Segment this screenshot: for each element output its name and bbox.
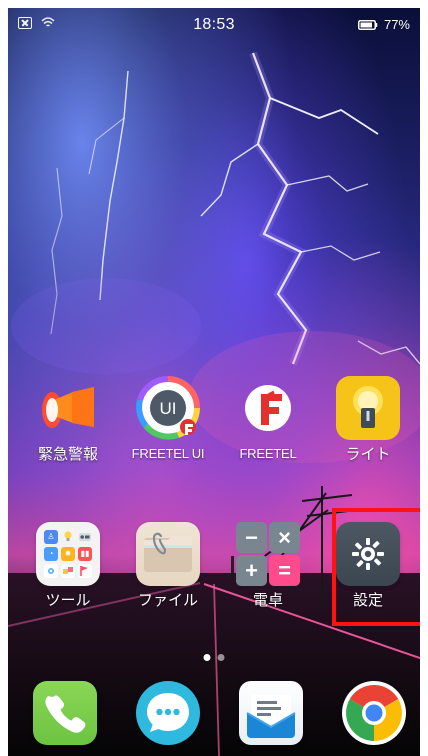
app-label-calculator: 電卓	[252, 591, 283, 609]
tools-folder-icon: ♙ ◔ ✹ ▮▮	[36, 522, 100, 586]
dock	[8, 678, 420, 756]
sun-mini-icon: ✹	[61, 547, 75, 561]
phone-icon	[45, 695, 86, 733]
flashlight-icon	[336, 376, 400, 440]
status-left	[18, 17, 56, 29]
status-bar: 18:53 77%	[8, 8, 420, 44]
dock-mail-app[interactable]	[239, 681, 303, 745]
calc-equals-tile: =	[269, 555, 300, 586]
app-freetel-ui[interactable]: UI FREETEL UI	[122, 375, 214, 468]
mail-icon	[246, 695, 296, 738]
app-label-freetel-ui: FREETEL UI	[131, 446, 205, 461]
page-dot-2	[217, 654, 225, 661]
app-label-file: ファイル	[137, 591, 198, 609]
status-right: 77%	[357, 17, 410, 32]
app-flashlight[interactable]: ライト	[322, 376, 414, 468]
radio-mini-icon	[78, 530, 92, 544]
app-tools[interactable]: ♙ ◔ ✹ ▮▮ ツール	[22, 522, 114, 614]
gear-mini-icon	[44, 564, 58, 578]
wifi-icon	[40, 17, 56, 29]
gear-icon	[352, 538, 384, 570]
bulb-mini-icon	[61, 530, 75, 544]
battery-icon	[357, 19, 378, 30]
app-freetel[interactable]: FREETEL	[222, 376, 314, 468]
chrome-icon	[346, 685, 402, 741]
tools-grid: ♙ ◔ ✹ ▮▮	[44, 530, 92, 578]
app-label-settings: 設定	[352, 591, 383, 609]
page-indicator	[203, 654, 225, 661]
app-label-freetel: FREETEL	[239, 446, 297, 461]
app-label-emergency-alert: 緊急警報	[37, 445, 98, 463]
megaphone-icon	[36, 376, 100, 440]
freetel-ui-icon: UI	[136, 375, 200, 440]
calc-plus-tile: +	[236, 555, 267, 586]
calc-multiply-tile: ×	[269, 522, 300, 553]
lightning-branch-1	[269, 97, 379, 135]
dock-chrome-app[interactable]	[342, 681, 406, 745]
freetel-icon	[236, 376, 300, 440]
dock-message-app[interactable]	[136, 681, 200, 745]
calculator-icon: − × + =	[236, 522, 300, 586]
app-file[interactable]: ファイル	[122, 522, 214, 614]
lightning-branch-3	[286, 175, 369, 192]
lightning-branch-5	[99, 70, 129, 301]
message-icon	[147, 693, 189, 732]
cloud-glow-left	[11, 278, 201, 374]
file-icon	[136, 522, 200, 586]
record-mini-icon: ▮▮	[78, 547, 92, 561]
app-label-tools: ツール	[45, 591, 91, 609]
app-calculator[interactable]: − × + = 電卓	[222, 522, 314, 614]
dock-phone-app[interactable]	[33, 681, 97, 745]
lightning-branch-6	[88, 117, 125, 175]
battery-percentage: 77%	[383, 17, 410, 32]
calc-minus-tile: −	[236, 522, 267, 553]
sim-icon	[18, 17, 32, 29]
home-screen: 18:53 77% 緊急警報 UI FREETEL UI FREETEL ライト…	[8, 8, 420, 756]
settings-icon	[336, 522, 400, 586]
freetel-ui-text: UI	[160, 399, 177, 418]
lightning-branch-2	[200, 143, 259, 217]
lightning-branch-4	[300, 245, 381, 261]
contact-mini-icon: ♙	[44, 530, 58, 544]
app-emergency-alert[interactable]: 緊急警報	[22, 376, 114, 468]
lightning-bolt-main	[251, 52, 308, 365]
lightning-branch-8	[357, 340, 420, 365]
app-settings[interactable]: 設定	[322, 522, 414, 614]
app-label-flashlight: ライト	[345, 445, 391, 463]
puzzle-mini-icon	[61, 564, 75, 578]
status-time: 18:53	[193, 16, 235, 33]
lightning-branch-7	[50, 167, 63, 335]
page-dot-1	[203, 654, 211, 661]
flag-mini-icon	[78, 564, 92, 578]
lightning-bolt-main-glow	[249, 51, 311, 366]
clock-mini-icon: ◔	[44, 547, 58, 561]
